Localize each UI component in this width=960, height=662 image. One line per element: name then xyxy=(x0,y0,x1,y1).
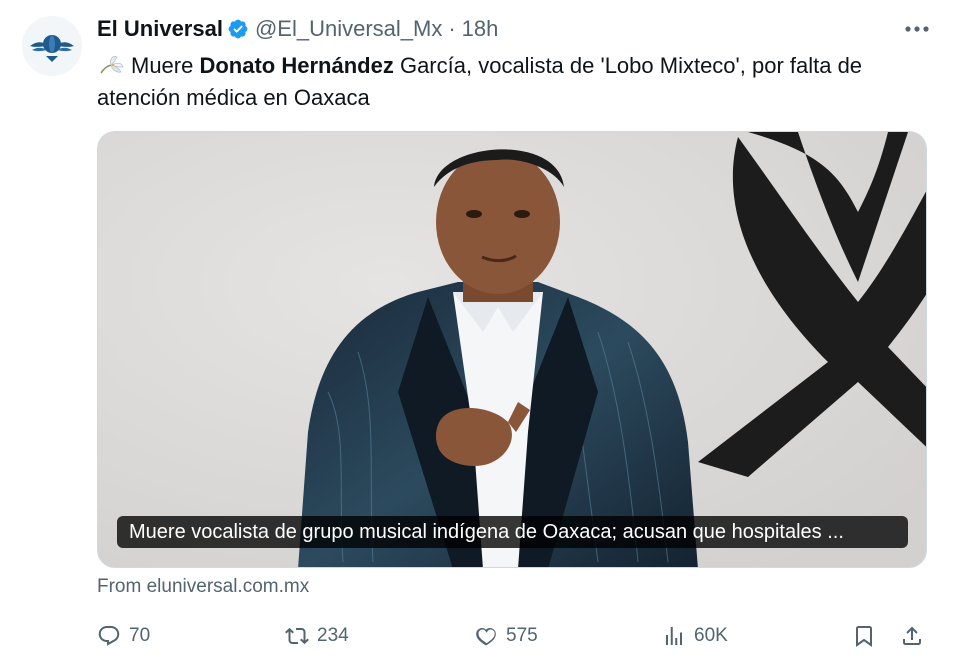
lily-emoji-icon xyxy=(97,53,125,77)
views-icon xyxy=(666,627,682,645)
tweet-actions: 70 234 575 60K xyxy=(97,618,932,654)
verified-badge-icon[interactable] xyxy=(227,18,249,40)
repost-button[interactable]: 234 xyxy=(285,618,349,654)
share-button[interactable] xyxy=(900,618,924,654)
bookmark-icon xyxy=(856,626,872,647)
repost-icon xyxy=(285,627,309,645)
tweet-text: Muere Donato Hernández García, vocalista… xyxy=(97,50,932,114)
reply-count: 70 xyxy=(129,625,151,646)
card-source[interactable]: From eluniversal.com.mx xyxy=(97,576,309,598)
tweet-text-lead: Muere xyxy=(131,53,200,78)
like-button[interactable]: 575 xyxy=(474,618,538,654)
author-name[interactable]: El Universal xyxy=(97,16,223,42)
link-card[interactable]: Muere vocalista de grupo musical indígen… xyxy=(97,131,927,568)
tweet-time[interactable]: 18h xyxy=(462,16,499,42)
el-universal-logo-icon xyxy=(22,16,82,76)
tweet-text-bold: Donato Hernández xyxy=(199,53,394,78)
repost-count: 234 xyxy=(317,625,349,646)
card-caption[interactable]: Muere vocalista de grupo musical indígen… xyxy=(117,516,908,548)
separator-dot: · xyxy=(448,16,456,41)
views-count: 60K xyxy=(694,625,728,646)
views-button[interactable]: 60K xyxy=(662,618,728,654)
tweet-header: El Universal @El_Universal_Mx · 18h xyxy=(97,14,498,44)
avatar[interactable] xyxy=(22,16,82,76)
like-count: 575 xyxy=(506,625,538,646)
more-icon[interactable] xyxy=(902,16,932,42)
heart-icon xyxy=(476,627,496,646)
author-handle[interactable]: @El_Universal_Mx xyxy=(255,16,442,42)
share-icon xyxy=(903,626,921,645)
bookmark-button[interactable] xyxy=(852,618,876,654)
article-photo xyxy=(98,132,926,567)
reply-icon xyxy=(98,626,120,646)
reply-button[interactable]: 70 xyxy=(97,618,150,654)
